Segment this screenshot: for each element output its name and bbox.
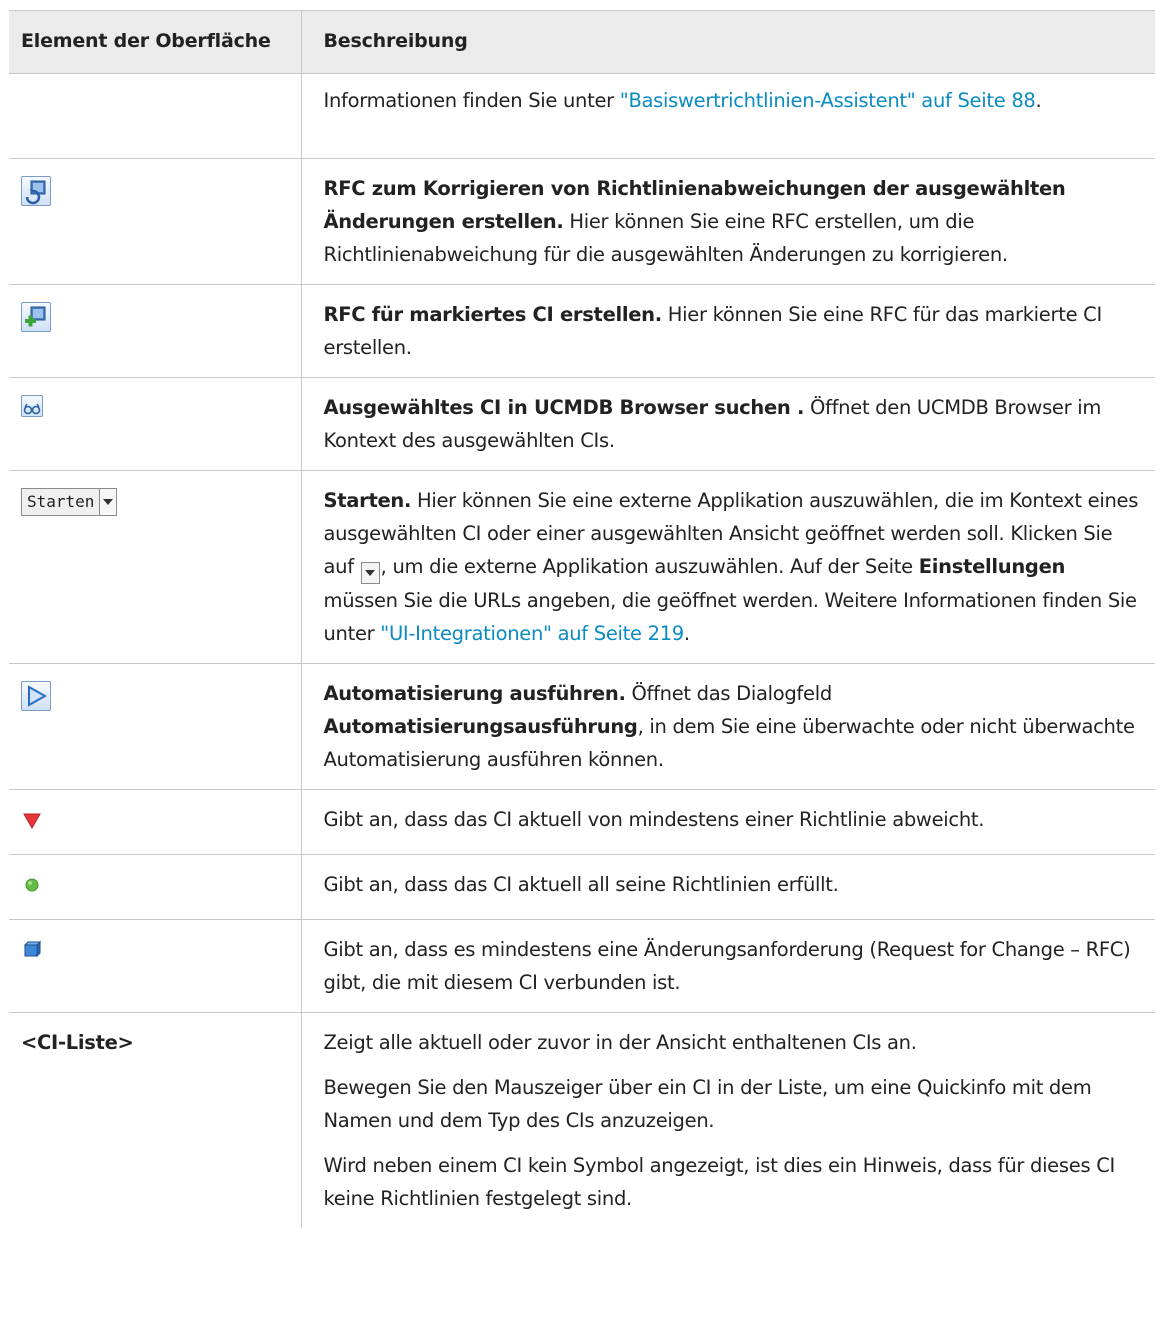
rfc-cube-icon <box>23 940 42 958</box>
table-row: Starten Starten. Hier können Sie eine ex… <box>9 470 1155 664</box>
ui-integration-link[interactable]: "UI-Integrationen" auf Seite 219 <box>380 622 684 645</box>
row-text: Gibt an, dass das CI aktuell von mindest… <box>323 808 985 831</box>
browser-search-icon[interactable] <box>21 395 43 417</box>
green-circle-icon <box>25 878 39 892</box>
header-col-description: Beschreibung <box>301 10 1155 74</box>
table-row: Gibt an, dass das CI aktuell von mindest… <box>9 789 1155 855</box>
paragraph: Bewegen Sie den Mauszeiger über ein CI i… <box>323 1076 1092 1132</box>
row-title: Automatisierung ausführen. <box>323 682 626 705</box>
header-col1-label: Element der Oberfläche <box>21 30 271 52</box>
header-col-element: Element der Oberfläche <box>9 10 302 74</box>
chevron-down-icon[interactable] <box>99 489 117 515</box>
row-text: Gibt an, dass das CI aktuell all seine R… <box>323 873 839 896</box>
ci-list-label: <CI-Liste> <box>21 1031 134 1054</box>
row-text: Informationen finden Sie unter <box>323 89 620 112</box>
table-row: RFC für markiertes CI erstellen. Hier kö… <box>9 284 1155 378</box>
paragraph: Zeigt alle aktuell oder zuvor in der Ans… <box>323 1031 917 1054</box>
run-automation-icon[interactable] <box>21 681 51 711</box>
table-row: Automatisierung ausführen. Öffnet das Di… <box>9 663 1155 790</box>
ui-elements-table: Element der Oberfläche Beschreibung Info… <box>9 10 1155 1228</box>
launch-dropdown[interactable]: Starten <box>21 488 118 516</box>
table-row: RFC zum Korrigieren von Richtlinienabwei… <box>9 158 1155 285</box>
row-title: Starten. <box>323 489 412 512</box>
table-header-row: Element der Oberfläche Beschreibung <box>9 10 1155 74</box>
row-text: Gibt an, dass es mindestens eine Änderun… <box>323 938 1131 994</box>
row-title: Ausgewähltes CI in UCMDB Browser suchen … <box>323 396 805 419</box>
launch-dropdown-label: Starten <box>27 492 95 511</box>
header-col2-label: Beschreibung <box>323 30 468 52</box>
table-row: <CI-Liste> Zeigt alle aktuell oder zuvor… <box>9 1012 1155 1228</box>
settings-term: Einstellungen <box>918 555 1066 578</box>
row-title: RFC für markiertes CI erstellen. <box>323 303 663 326</box>
basiswert-link[interactable]: "Basiswertrichtlinien-Assistent" auf Sei… <box>620 89 1036 112</box>
table-row: Gibt an, dass es mindestens eine Änderun… <box>9 919 1155 1013</box>
red-triangle-icon <box>23 813 41 830</box>
dialog-name: Automatisierungsausführung <box>323 715 638 738</box>
table-row: Informationen finden Sie unter "Basiswer… <box>9 73 1155 159</box>
rfc-add-icon[interactable] <box>21 302 51 332</box>
paragraph: Wird neben einem CI kein Symbol angezeig… <box>323 1154 1116 1210</box>
rfc-correct-icon[interactable] <box>21 176 51 206</box>
table-row: Gibt an, dass das CI aktuell all seine R… <box>9 854 1155 920</box>
chevron-down-icon <box>360 562 380 584</box>
table-row: Ausgewähltes CI in UCMDB Browser suchen … <box>9 377 1155 471</box>
